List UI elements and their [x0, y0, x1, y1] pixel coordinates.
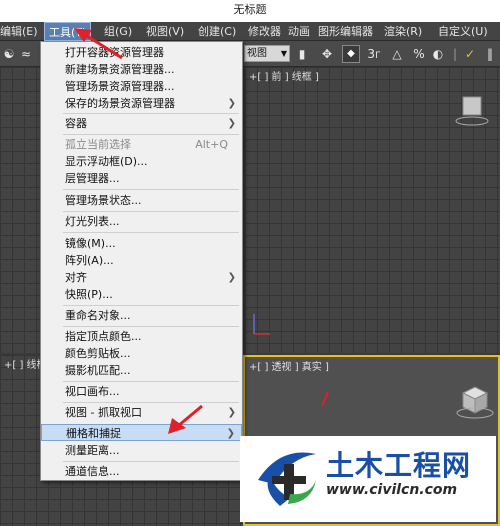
submenu-arrow-icon: ❯	[227, 272, 236, 283]
menu-separator	[63, 134, 239, 135]
axis-gizmo-icon	[253, 314, 270, 335]
menu-item-color-clipboard[interactable]: 颜色剪贴板...	[41, 345, 242, 362]
submenu-arrow-icon: ❯	[227, 98, 236, 109]
select-move-icon[interactable]: ✥	[318, 45, 336, 63]
menu-item-new-scene-explorer[interactable]: 新建场景资源管理器...	[41, 61, 242, 78]
submenu-arrow-icon: ❯	[227, 118, 236, 129]
menu-modifiers[interactable]: 修改器	[248, 22, 281, 41]
menu-item-manage-scene-explorer[interactable]: 管理场景资源管理器...	[41, 78, 242, 95]
snap-toggle-icon[interactable]: 3Г	[366, 45, 382, 63]
chevron-down-icon: ▼	[280, 49, 287, 58]
toolbar-divider: |	[452, 47, 458, 61]
menu-item-array[interactable]: 阵列(A)...	[41, 252, 242, 269]
tools-menu: 打开容器资源管理器 新建场景资源管理器... 管理场景资源管理器... 保存的场…	[40, 41, 243, 481]
watermark-logo-icon	[258, 452, 316, 506]
menu-item-grab-viewport[interactable]: 视图 - 抓取视口 ❯	[41, 404, 242, 421]
menu-separator	[63, 381, 239, 382]
menu-item-measure-distance[interactable]: 测量距离...	[41, 442, 242, 459]
menu-item-assign-vertex-colors[interactable]: 指定顶点颜色...	[41, 328, 242, 345]
menu-group[interactable]: 组(G)	[104, 22, 132, 41]
menu-separator	[63, 211, 239, 212]
menu-separator	[63, 461, 239, 462]
edit-named-selection-icon[interactable]: ✓	[462, 45, 478, 63]
menu-separator	[63, 305, 239, 306]
menu-item-layer-manager[interactable]: 层管理器...	[41, 170, 242, 187]
submenu-arrow-icon: ❯	[227, 407, 236, 418]
bind-spacewarp-icon[interactable]: ≈	[18, 45, 34, 63]
menu-separator	[63, 326, 239, 327]
menu-edit[interactable]: 编辑(E)	[0, 22, 38, 41]
menu-customize[interactable]: 自定义(U)	[438, 22, 488, 41]
viewcube-perspective-icon[interactable]	[453, 381, 495, 425]
menu-item-containers[interactable]: 容器 ❯	[41, 115, 242, 132]
menu-separator	[63, 232, 239, 233]
menu-item-align[interactable]: 对齐 ❯	[41, 269, 242, 286]
link-icon[interactable]: ☯	[2, 45, 16, 63]
menu-item-channel-info[interactable]: 通道信息...	[41, 463, 242, 480]
watermark: 土木工程网 www.civilcn.com	[240, 436, 496, 522]
menu-tools[interactable]: 工具(T)	[44, 22, 92, 41]
reference-coordinate-select[interactable]: 视图 ▼	[244, 45, 290, 62]
spinner-snap-icon[interactable]: ◐	[430, 45, 446, 63]
menu-item-viewport-canvas[interactable]: 视口画布...	[41, 383, 242, 400]
submenu-arrow-icon: ❯	[226, 428, 235, 439]
percent-snap-icon[interactable]: %	[410, 45, 428, 63]
menu-item-snapshot[interactable]: 快照(P)...	[41, 286, 242, 303]
viewcube-icon[interactable]	[455, 91, 491, 131]
mirror-icon[interactable]: ‖	[482, 45, 498, 63]
menu-item-isolate-selection: 孤立当前选择 Alt+Q	[65, 138, 228, 151]
pivot-icon[interactable]: ▮	[294, 45, 310, 63]
menu-item-display-floater[interactable]: 显示浮动框(D)...	[41, 153, 242, 170]
menu-separator	[63, 189, 239, 190]
menu-separator	[63, 113, 239, 114]
menu-item-light-lister[interactable]: 灯光列表...	[41, 213, 242, 230]
menu-graph-editors[interactable]: 图形编辑器	[318, 22, 373, 41]
menu-item-camera-match[interactable]: 摄影机匹配...	[41, 362, 242, 379]
viewport-front-label[interactable]: +[ ] 前 ] 线框 ]	[249, 68, 319, 83]
menu-item-grids-and-snaps[interactable]: 栅格和捕捉 ❯	[41, 424, 242, 441]
watermark-name: 土木工程网	[326, 449, 472, 482]
window-title: 无标题	[0, 0, 500, 22]
viewport-front[interactable]: +[ ] 前 ] 线框 ]	[245, 67, 500, 353]
menu-view[interactable]: 视图(V)	[146, 22, 184, 41]
select-manipulate-icon[interactable]: ◆	[342, 45, 360, 63]
angle-snap-icon[interactable]: △	[388, 45, 406, 63]
menu-item-manage-scene-states[interactable]: 管理场景状态...	[41, 192, 242, 209]
menu-item-saved-scene-explorers[interactable]: 保存的场景资源管理器 ❯	[41, 95, 242, 112]
menu-item-rename-objects[interactable]: 重命名对象...	[41, 307, 242, 324]
watermark-url: www.civilcn.com	[326, 482, 458, 498]
menu-rendering[interactable]: 渲染(R)	[384, 22, 422, 41]
menu-bar: 编辑(E) 工具(T) 组(G) 视图(V) 创建(C) 修改器 动画 图形编辑…	[0, 22, 500, 41]
menu-item-mirror[interactable]: 镜像(M)...	[41, 235, 242, 252]
menu-animation[interactable]: 动画	[288, 22, 310, 41]
menu-separator	[63, 402, 239, 403]
menu-create[interactable]: 创建(C)	[198, 22, 236, 41]
menu-item-open-container-explorer[interactable]: 打开容器资源管理器	[41, 44, 242, 61]
viewport-perspective-label[interactable]: +[ ] 透视 ] 真实 ]	[249, 358, 329, 373]
